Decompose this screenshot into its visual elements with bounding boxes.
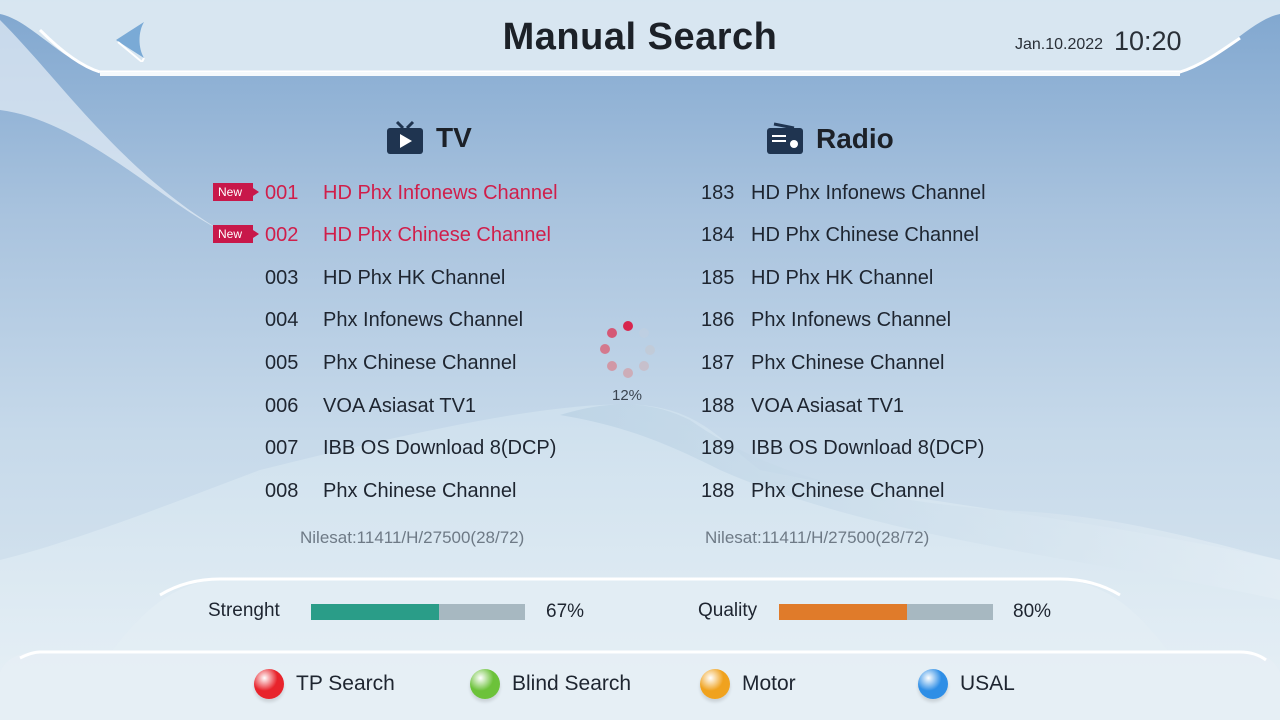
blue-key-icon [918, 669, 948, 699]
motor-button[interactable]: Motor [700, 668, 796, 700]
tv-channel-row[interactable]: New 001 HD Phx Infonews Channel [213, 178, 558, 208]
loading-spinner-icon [600, 321, 655, 378]
strength-meter [311, 604, 525, 620]
footer-bar: TP Search Blind Search Motor USAL [0, 648, 1280, 720]
channel-number: 184 [701, 223, 735, 246]
radio-channel-row[interactable]: 188 Phx Chinese Channel [701, 476, 944, 506]
channel-name: Phx Chinese Channel [751, 479, 945, 502]
channel-number: 008 [265, 479, 299, 502]
tv-channel-row[interactable]: 008 Phx Chinese Channel [265, 476, 516, 506]
channel-number: 186 [701, 308, 735, 331]
channel-name: HD Phx HK Channel [323, 266, 506, 289]
radio-transponder-info: Nilesat:11411/H/27500(28/72) [705, 528, 930, 547]
strength-meter-fill [311, 604, 440, 620]
channel-name: Phx Infonews Channel [751, 308, 952, 331]
radio-icon [767, 122, 803, 154]
quality-label: Quality [698, 600, 758, 621]
date-display: Jan.10.2022 [1015, 36, 1104, 53]
channel-name: VOA Asiasat TV1 [751, 394, 905, 417]
radio-channel-row[interactable]: 184 HD Phx Chinese Channel [701, 220, 979, 250]
radio-channel-row[interactable]: 183 HD Phx Infonews Channel [701, 178, 986, 208]
green-key-icon [470, 669, 500, 699]
tv-channel-row[interactable]: 003 HD Phx HK Channel [265, 263, 505, 293]
channel-name: Phx Chinese Channel [751, 351, 945, 374]
tv-icon [387, 120, 423, 154]
new-badge: New [213, 225, 259, 243]
header-bar: Manual Search Jan.10.2022 10:20 [0, 0, 1280, 80]
channel-number: 001 [265, 181, 299, 204]
blind-search-button[interactable]: Blind Search [470, 668, 631, 700]
channel-number: 003 [265, 266, 299, 289]
radio-channel-row[interactable]: 186 Phx Infonews Channel [701, 305, 951, 335]
channel-name: Phx Infonews Channel [323, 308, 524, 331]
channel-number: 187 [701, 351, 735, 374]
red-key-icon [254, 669, 284, 699]
usal-label: USAL [960, 672, 1015, 695]
signal-panel: Strenght 67% Quality 80% [0, 575, 1280, 655]
channel-number: 189 [701, 436, 735, 459]
blind-search-label: Blind Search [512, 672, 632, 695]
yellow-key-icon [700, 669, 730, 699]
tv-channel-row[interactable]: New 002 HD Phx Chinese Channel [213, 220, 551, 250]
tv-column-header: TV [386, 120, 472, 156]
channel-name: HD Phx Infonews Channel [323, 181, 558, 204]
channel-number: 006 [265, 394, 299, 417]
channel-name: HD Phx Infonews Channel [751, 181, 986, 204]
channel-number: 004 [265, 308, 299, 331]
tv-channel-row[interactable]: 005 Phx Chinese Channel [265, 348, 516, 378]
signal-panel-bg [110, 577, 1170, 653]
channel-number: 002 [265, 223, 299, 246]
tp-search-label: TP Search [296, 672, 395, 695]
channel-number: 007 [265, 436, 299, 459]
radio-channel-row[interactable]: 185 HD Phx HK Channel [701, 263, 933, 293]
tv-channel-row[interactable]: 004 Phx Infonews Channel [265, 305, 523, 335]
channel-name: IBB OS Download 8(DCP) [323, 436, 557, 459]
channel-name: IBB OS Download 8(DCP) [751, 436, 985, 459]
channel-number: 188 [701, 479, 735, 502]
tv-channel-row[interactable]: 007 IBB OS Download 8(DCP) [265, 433, 556, 463]
radio-channel-row[interactable]: 187 Phx Chinese Channel [701, 348, 944, 378]
radio-column-header: Radio [766, 122, 894, 156]
channel-number: 185 [701, 266, 735, 289]
tp-search-button[interactable]: TP Search [254, 668, 395, 700]
radio-channel-row[interactable]: 189 IBB OS Download 8(DCP) [701, 433, 984, 463]
channel-name: Phx Chinese Channel [323, 351, 517, 374]
channel-number: 005 [265, 351, 299, 374]
quality-value: 80% [1013, 601, 1052, 622]
channel-name: HD Phx Chinese Channel [323, 223, 551, 246]
progress-percent: 12% [611, 387, 643, 404]
channel-name: VOA Asiasat TV1 [323, 394, 477, 417]
tv-transponder-info: Nilesat:11411/H/27500(28/72) [300, 528, 525, 547]
strength-label: Strenght [208, 600, 280, 621]
radio-column-title: Radio [816, 123, 894, 154]
quality-meter [779, 604, 993, 620]
strength-value: 67% [546, 601, 585, 622]
motor-label: Motor [742, 672, 796, 695]
quality-meter-fill [779, 604, 908, 620]
tv-column-title: TV [436, 122, 472, 153]
channel-number: 188 [701, 394, 735, 417]
channel-name: HD Phx Chinese Channel [751, 223, 979, 246]
channel-number: 183 [701, 181, 735, 204]
footer-panel [0, 650, 1280, 720]
time-display: 10:20 [1114, 26, 1182, 56]
tv-channel-row[interactable]: 006 VOA Asiasat TV1 [265, 391, 476, 421]
new-badge: New [213, 183, 259, 201]
channel-name: Phx Chinese Channel [323, 479, 517, 502]
radio-channel-row[interactable]: 188 VOA Asiasat TV1 [701, 391, 904, 421]
usal-button[interactable]: USAL [918, 668, 1015, 700]
channel-name: HD Phx HK Channel [751, 266, 934, 289]
